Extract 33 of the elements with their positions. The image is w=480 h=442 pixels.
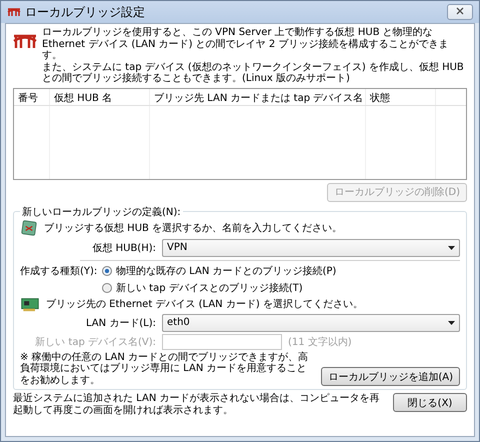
column-header[interactable]: 状態 [366, 88, 436, 104]
radio-button[interactable] [102, 266, 112, 276]
hub-hint-text: ブリッジする仮想 HUB を選択するか、名前を入力してください。 [44, 222, 342, 234]
hub-label: 仮想 HUB(H): [91, 242, 156, 254]
bridge-icon [7, 7, 21, 17]
add-bridge-button[interactable]: ローカルブリッジを追加(A) [321, 367, 460, 386]
description-text: ローカルブリッジを使用すると、この VPN Server 上で動作する仮想 HUB と物理的な Ethernet デバイス (LAN カード) との間でレイヤ 2 ブリッジ接続を構成することができます。 [42, 27, 450, 62]
hub-icon [20, 218, 38, 236]
column-header[interactable]: 仮想 HUB 名 [50, 88, 150, 104]
type-label: 作成する種類(Y): [20, 264, 96, 278]
footer-text: 最近システムに追加された LAN カードが表示されない場合は、コンピュータを再起動して再度この画面を開ければ表示されます。 [13, 393, 380, 416]
close-dialog-button[interactable]: 閉じる(X) [393, 393, 467, 412]
network-card-icon [20, 296, 40, 312]
bridge-icon [13, 33, 37, 49]
length-hint-text: (11 文字以内) [288, 336, 352, 348]
radio-button[interactable] [102, 282, 112, 292]
column-header[interactable]: ブリッジ先 LAN カードまたは tap デバイス名 [150, 88, 366, 104]
lan-card-dropdown[interactable]: eth0 [162, 314, 460, 332]
close-button[interactable] [447, 4, 473, 20]
group-title: 新しいローカルブリッジの定義(N): [21, 206, 182, 218]
hub-dropdown[interactable]: VPN [162, 238, 460, 256]
close-icon [456, 7, 464, 15]
note-text: ※ 稼働中の任意の LAN カードとの間でブリッジできますが、高負荷環境においてはブリッジ専用に LAN カードを用意することをお勧めします。 [20, 352, 310, 386]
tap-name-label: 新しい tap デバイス名(V): [34, 336, 156, 348]
radio-label[interactable]: 新しい tap デバイスとのブリッジ接続(T) [116, 280, 303, 294]
radio-label[interactable]: 物理的な既存の LAN カードとのブリッジ接続(P) [116, 264, 336, 278]
lan-hint-text: ブリッジ先の Ethernet デバイス (LAN カード) を選択してください。 [46, 298, 363, 311]
lan-card-label: LAN カード(L): [84, 316, 156, 330]
description-text: また、システムに tap デバイス (仮想のネットワークインターフェイス) を作成し、仮想 HUB との間でブリッジ接続することもできます。(Linux 版のみサポート) [42, 62, 465, 84]
dropdown-caret-icon [448, 320, 455, 324]
dropdown-caret-icon [448, 246, 455, 250]
column-header[interactable]: 番号 [14, 88, 50, 104]
window-title: ローカルブリッジ設定 [25, 4, 146, 20]
